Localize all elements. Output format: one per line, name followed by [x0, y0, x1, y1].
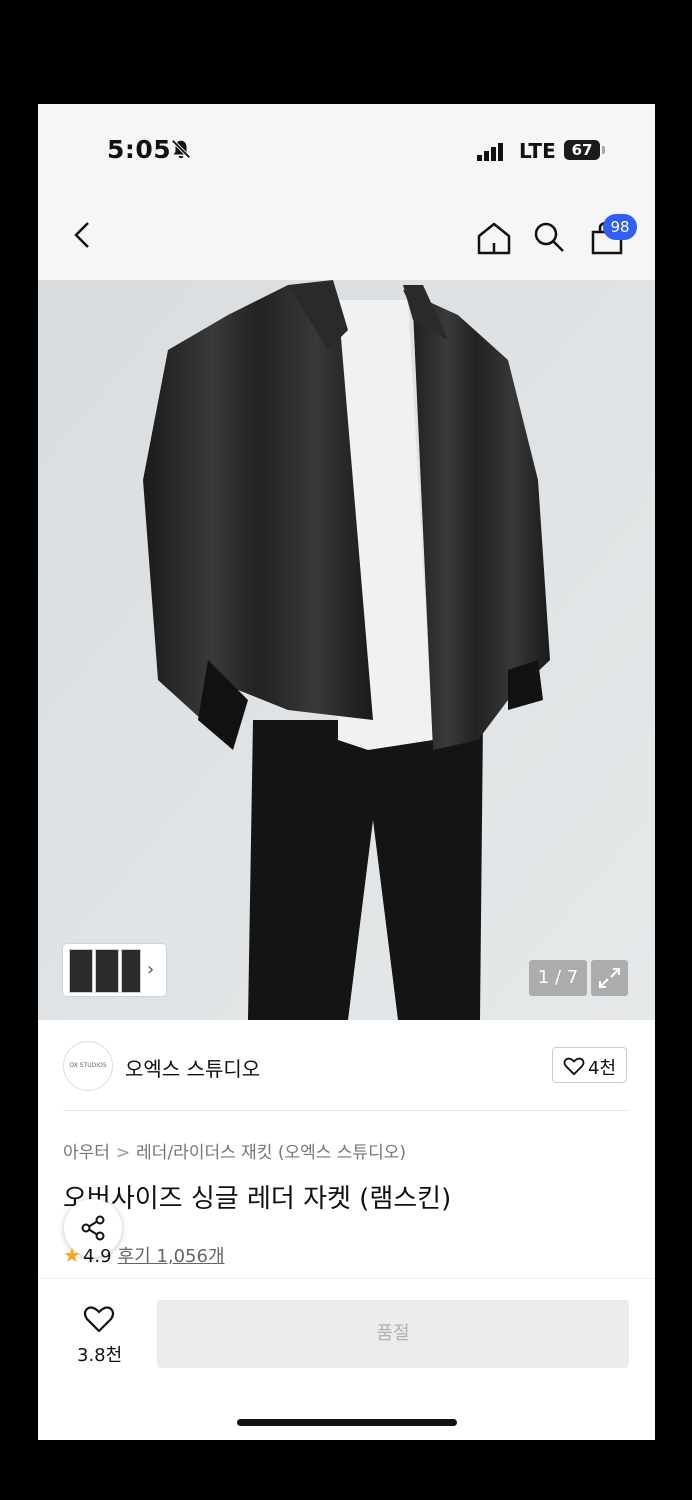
- divider: [63, 1110, 629, 1111]
- network-type: LTE: [519, 139, 556, 163]
- signal-icon: [477, 143, 503, 161]
- bottom-action-bar: 3.8천 품절: [38, 1278, 655, 1440]
- battery-icon: [602, 146, 605, 154]
- heart-icon[interactable]: [83, 1304, 115, 1334]
- rating-value: 4.9: [82, 1246, 112, 1267]
- search-icon[interactable]: [532, 220, 566, 254]
- product-image-jacket: [38, 280, 655, 1020]
- thumbnail-image[interactable]: [95, 949, 119, 993]
- breadcrumb: 아우터 > 레더/라이더스 재킷 (오엑스 스튜디오): [63, 1138, 406, 1163]
- status-time: 5:05: [107, 135, 172, 164]
- breadcrumb-subcategory[interactable]: 레더/라이더스 재킷 (오엑스 스튜디오): [136, 1143, 406, 1163]
- expand-button[interactable]: [591, 960, 628, 996]
- star-icon: ★: [63, 1243, 81, 1267]
- breadcrumb-category[interactable]: 아우터: [63, 1143, 110, 1163]
- bell-muted-icon: [171, 139, 191, 159]
- home-indicator: [237, 1419, 457, 1426]
- chevron-right-icon[interactable]: ›: [147, 959, 154, 980]
- share-icon: [81, 1215, 105, 1241]
- brand-like-count: 4천: [588, 1058, 617, 1079]
- wish-count: 3.8천: [77, 1345, 123, 1366]
- heart-icon: [563, 1057, 585, 1076]
- brand-like-button[interactable]: 4천: [552, 1047, 627, 1083]
- thumbnail-image[interactable]: [69, 949, 93, 993]
- phone-screen: 5:05 LTE 67 98 › 1 / 7 OX STUDIOS 오엑스 스튜…: [38, 104, 655, 1440]
- brand-name[interactable]: 오엑스 스튜디오: [125, 1053, 260, 1082]
- breadcrumb-separator: >: [115, 1143, 131, 1163]
- product-photo[interactable]: › 1 / 7: [38, 280, 655, 1020]
- soldout-button[interactable]: 품절: [157, 1300, 629, 1368]
- thumbnail-image[interactable]: [121, 949, 141, 993]
- rating-row: ★ 4.9 후기 1,056개: [63, 1242, 225, 1268]
- review-count-link[interactable]: 후기 1,056개: [118, 1246, 225, 1267]
- top-nav: 98: [38, 196, 655, 280]
- image-counter: 1 / 7: [529, 960, 587, 996]
- thumbnail-strip[interactable]: ›: [63, 944, 166, 996]
- home-icon[interactable]: [476, 221, 512, 255]
- battery-level: 67: [564, 140, 600, 160]
- status-bar: 5:05 LTE 67: [38, 104, 655, 196]
- back-icon[interactable]: [70, 220, 94, 250]
- cart-count-badge: 98: [603, 214, 637, 240]
- product-title: 오버사이즈 싱글 레더 자켓 (램스킨): [63, 1184, 452, 1214]
- brand-logo[interactable]: OX STUDIOS: [63, 1041, 113, 1091]
- expand-icon: [599, 968, 620, 988]
